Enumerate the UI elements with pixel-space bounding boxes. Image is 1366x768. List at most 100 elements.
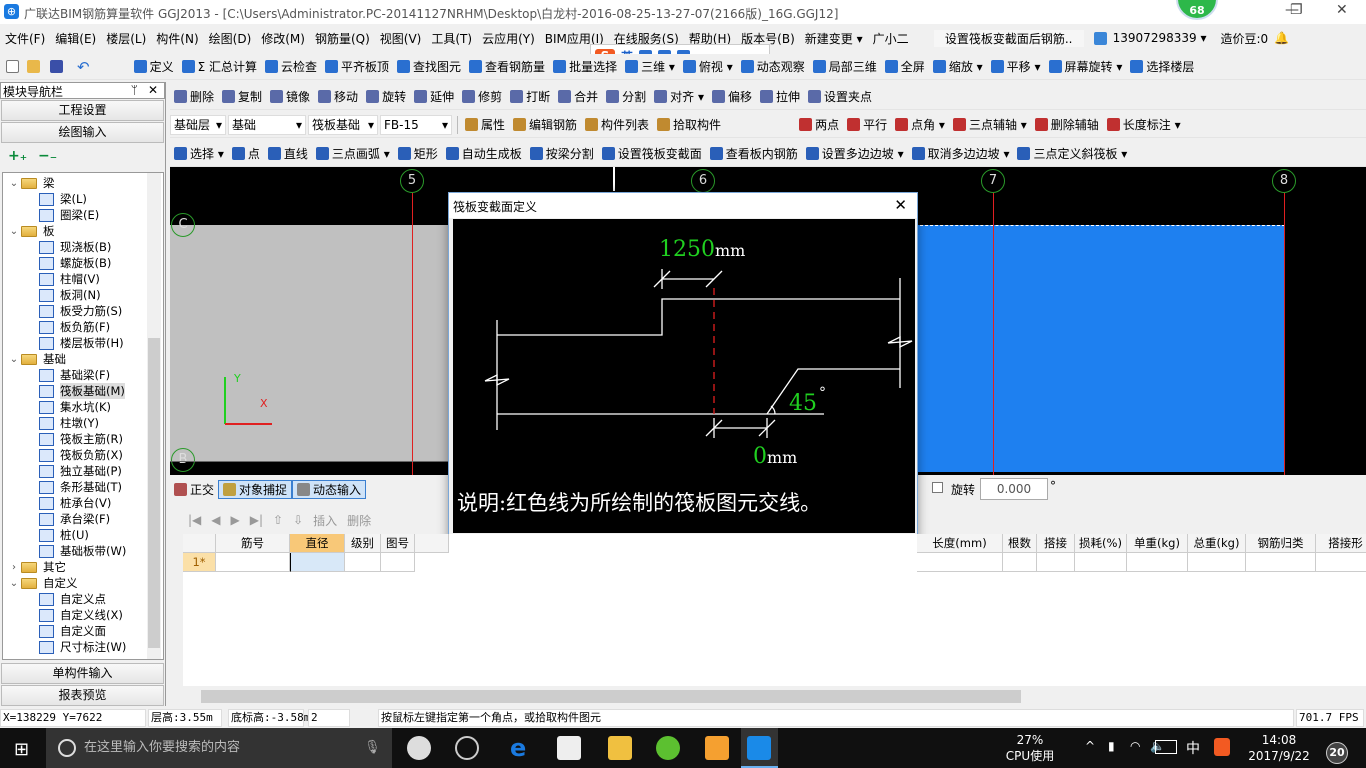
draw-button[interactable]: 三点定义斜筏板 ▾ [1013,145,1131,162]
table-cell[interactable] [1316,553,1366,572]
maximize-button[interactable]: ❐ [1290,2,1303,18]
tree-folder[interactable]: ⌄ 自定义 [3,575,163,591]
table-cell[interactable] [1188,553,1246,572]
draw-button[interactable]: 查看板内钢筋 [706,145,802,162]
expand-arrow-icon[interactable]: ⌄ [7,226,21,237]
first-icon[interactable]: |◀ [188,513,201,527]
col-header[interactable]: 图号 [381,534,415,553]
start-button[interactable]: ⊞ [14,739,29,760]
table-cell[interactable] [917,553,1003,572]
component-select[interactable]: FB-15 ▾ [380,114,452,135]
component-button[interactable]: 构件列表 [581,116,653,133]
toolbar-button[interactable]: 定义 [130,58,178,75]
open-folder-icon[interactable] [27,60,40,73]
edge-icon[interactable]: e [510,736,534,760]
taskbar-search[interactable]: 在这里输入你要搜索的内容 🎙 [46,728,392,768]
expand-arrow-icon[interactable]: › [7,562,21,573]
table-cell[interactable] [1075,553,1127,572]
col-header[interactable]: 长度(mm) [917,534,1003,553]
tree-item[interactable]: 筏板基础(M) [3,383,163,399]
angle-value[interactable]: 45 [789,391,817,416]
tree-item[interactable]: 楼层板带(H) [3,335,163,351]
edit-button[interactable]: 修剪 [458,88,506,105]
col-header[interactable]: 直径(mm) [290,534,345,568]
menu-item[interactable]: 钢筋量(Q) [310,30,375,47]
toolbar-button[interactable]: 查找图元 [393,58,465,75]
account-dropdown[interactable]: 13907298339 ▾ [1113,31,1207,45]
rotate-checkbox[interactable] [932,482,943,493]
keyboard-icon[interactable] [1155,740,1177,754]
rotate-input[interactable]: 0.000 [980,478,1048,500]
axis-button[interactable]: 平行 [843,116,891,133]
tree-folder[interactable]: › 其它 [3,559,163,575]
tree-item[interactable]: 筏板主筋(R) [3,431,163,447]
toolbar-button[interactable]: 全屏 [881,58,929,75]
ggj-task[interactable] [741,728,778,768]
tree-item[interactable]: 螺旋板(B) [3,255,163,271]
edit-button[interactable]: 删除 [170,88,218,105]
edit-button[interactable]: 合并 [554,88,602,105]
menu-item[interactable]: 工具(T) [426,30,477,47]
axis-button[interactable]: 删除辅轴 [1031,116,1103,133]
table-scrollbar[interactable] [183,688,1366,705]
tree-folder[interactable]: ⌄ 基础 [3,351,163,367]
notice-text[interactable]: 设置筏板变截面后钢筋.. [933,29,1084,47]
axis-button[interactable]: 点角 ▾ [891,116,949,133]
toolbar-button[interactable]: 云检查 [261,58,321,75]
edit-button[interactable]: 偏移 [708,88,756,105]
tree-folder[interactable]: ⌄ 梁 [3,175,163,191]
notification-badge[interactable]: 20 [1326,742,1348,764]
draw-button[interactable]: 按梁分割 [526,145,598,162]
tree-item[interactable]: 自定义线(X) [3,607,163,623]
tree-item[interactable]: 桩承台(V) [3,495,163,511]
tree-scrollbar[interactable] [147,173,161,659]
tree-item[interactable]: 梁(L) [3,191,163,207]
insert-button[interactable]: 插入 [313,512,337,529]
edit-button[interactable]: 延伸 [410,88,458,105]
table-cell[interactable] [1246,553,1316,572]
tree-folder[interactable]: ⌄ 板 [3,223,163,239]
ortho-button[interactable]: 正交 [170,481,218,498]
table-cell[interactable] [216,553,290,572]
next-icon[interactable]: ▶ [231,513,240,527]
toolbar-button[interactable]: 批量选择 [549,58,621,75]
new-file-icon[interactable] [6,60,19,73]
menu-item[interactable]: 楼层(L) [101,30,151,47]
col-header[interactable]: 筋号 [216,534,290,553]
microphone-icon[interactable]: 🎙 [364,728,381,768]
menu-item[interactable]: 修改(M) [256,30,310,47]
tree-item[interactable]: 柱帽(V) [3,271,163,287]
prev-icon[interactable]: ◀ [211,513,220,527]
object-snap-button[interactable]: 对象捕捉 [218,479,293,499]
toolbar-button[interactable]: 平齐板顶 [321,58,393,75]
edit-button[interactable]: 镜像 [266,88,314,105]
draw-button[interactable]: 矩形 [394,145,442,162]
browser-icon[interactable] [656,736,680,760]
slab-selected[interactable] [915,225,1285,472]
draw-button[interactable]: 自动生成板 [442,145,526,162]
category-select[interactable]: 基础 ▾ [228,114,306,135]
tree-item[interactable]: 基础板带(W) [3,543,163,559]
clock[interactable]: 14:08 2017/9/22 [1244,732,1314,764]
draw-button[interactable]: 设置筏板变截面 [598,145,706,162]
store-icon[interactable] [557,736,581,760]
table-cell[interactable] [345,553,381,572]
dynamic-input-button[interactable]: 动态输入 [292,479,367,499]
tree-item[interactable]: 板负筋(F) [3,319,163,335]
wifi-icon[interactable]: ◠ [1130,739,1140,753]
table-cell-active[interactable] [290,553,345,572]
component-button[interactable]: 编辑钢筋 [509,116,581,133]
collapse-all-icon[interactable]: −₋ [38,148,57,164]
edit-button[interactable]: 设置夹点 [804,88,876,105]
single-input-button[interactable]: 单构件输入 [1,663,164,684]
slab-gray[interactable] [170,225,448,462]
draw-button[interactable]: 直线 [264,145,312,162]
draw-input-button[interactable]: 绘图输入 [1,122,164,143]
toolbar-button[interactable]: 俯视 ▾ [679,58,737,75]
col-header[interactable]: 搭接 [1037,534,1075,553]
close-icon[interactable]: ✕ [148,83,158,97]
col-header[interactable]: 钢筋归类 [1246,534,1316,553]
battery-icon[interactable]: ▮ [1108,739,1115,753]
menu-item[interactable]: 文件(F) [0,30,50,47]
tree-item[interactable]: 自定义点 [3,591,163,607]
